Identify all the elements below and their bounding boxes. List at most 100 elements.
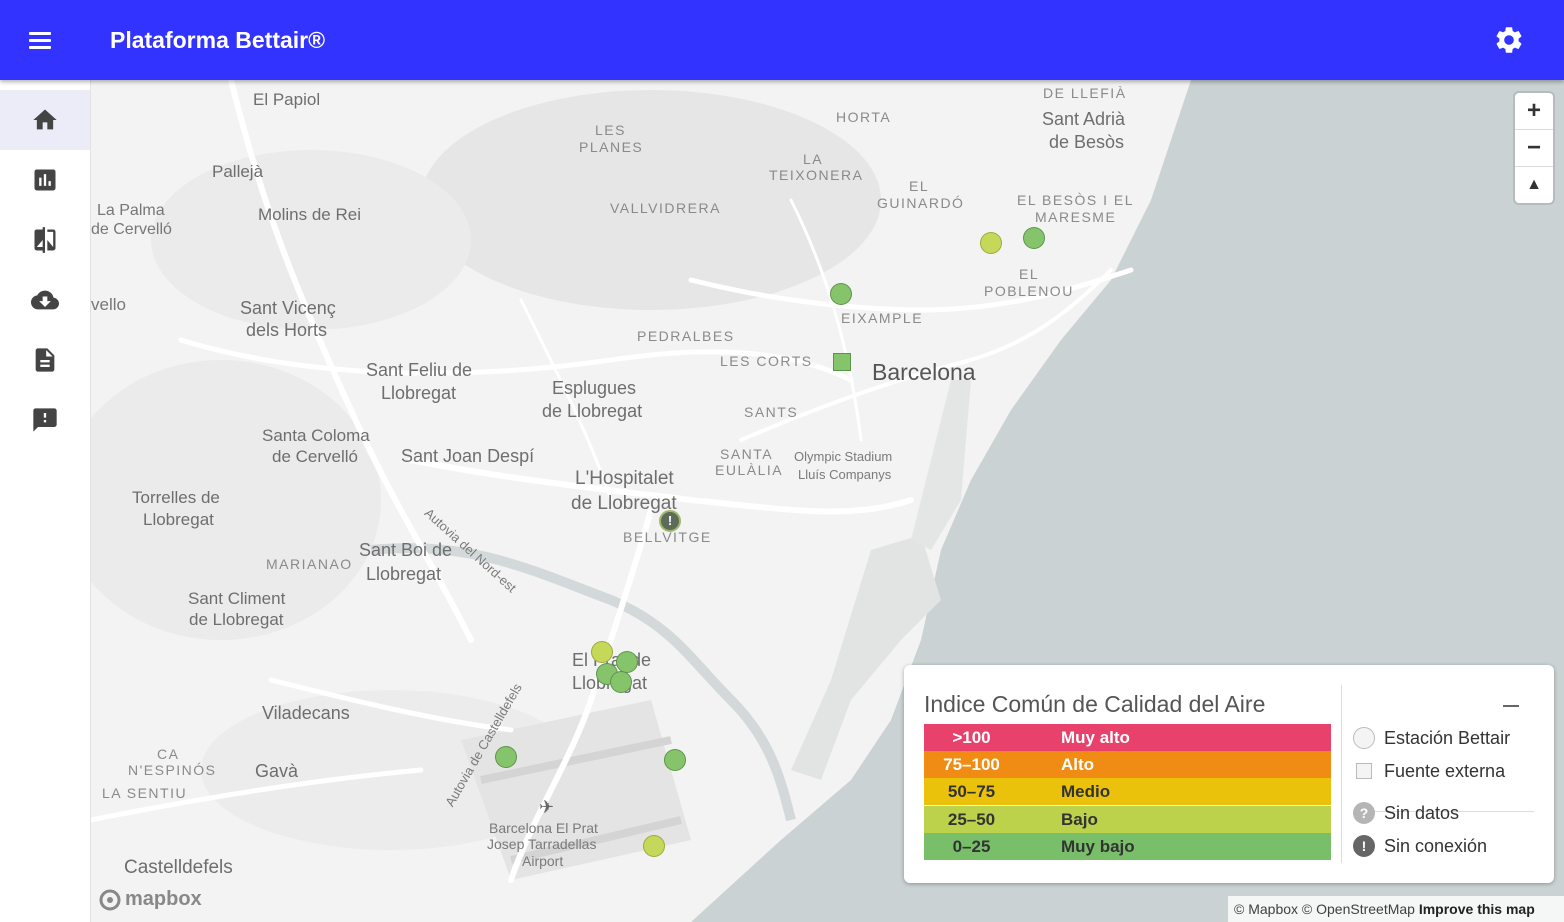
station-marker[interactable]: [664, 749, 686, 771]
map-label: DE LLEFIÀ: [1043, 85, 1127, 101]
external-source-marker[interactable]: [833, 353, 851, 371]
station-marker[interactable]: [591, 641, 613, 663]
map-label: Llobregat: [143, 510, 214, 529]
cloud-download-icon: [31, 290, 59, 310]
map-label: BELLVITGE: [623, 529, 712, 545]
scale-range: 25–50: [947, 810, 996, 829]
station-symbol-icon: [1353, 727, 1375, 749]
nav-home[interactable]: [0, 90, 90, 150]
legend-title: Indice Común de Calidad del Aire: [924, 691, 1266, 717]
station-marker[interactable]: [830, 283, 852, 305]
question-icon: ?: [1353, 802, 1375, 824]
compass-button[interactable]: ▲: [1515, 167, 1553, 203]
key-external-label: Fuente externa: [1384, 761, 1506, 781]
map-label: Torrelles de: [132, 488, 220, 507]
map-label: El Papiol: [253, 90, 321, 109]
scale-range: 75–100: [943, 755, 1000, 774]
map-label: Lluís Companys: [798, 467, 892, 482]
scale-row-alto: 75–100 Alto: [924, 751, 1331, 778]
map-label: Sant Boi de: [359, 540, 453, 560]
map-label: Sant Adrià: [1042, 109, 1126, 129]
map-label: Esplugues: [552, 378, 637, 398]
map-canvas[interactable]: El Papiol DE LLEFIÀ Sant Adrià de Besòs …: [91, 80, 1564, 922]
station-marker[interactable]: [643, 835, 665, 857]
airport-icon: ✈: [539, 797, 555, 817]
map-label: de Cervelló: [272, 447, 358, 466]
map-label: Sant Climent: [188, 589, 286, 608]
map-label: LA SENTIU: [102, 785, 188, 801]
menu-icon[interactable]: [22, 24, 58, 56]
collapse-legend-button[interactable]: [1503, 691, 1521, 709]
mapbox-logo-icon: [99, 889, 121, 910]
station-marker[interactable]: [616, 651, 638, 673]
app-title: Plataforma Bettair®: [110, 27, 326, 53]
exclamation-icon: !: [1353, 835, 1375, 857]
station-marker[interactable]: [980, 232, 1002, 254]
key-no-connection-label: Sin conexión: [1384, 836, 1488, 856]
map-label: EULÀLIA: [715, 462, 784, 478]
map-attribution: © Mapbox © OpenStreetMap Improve this ma…: [1228, 896, 1564, 922]
scale-level: Muy bajo: [1061, 837, 1135, 856]
station-marker[interactable]: [495, 746, 517, 768]
scale-range: >100: [952, 728, 991, 747]
key-station-label: Estación Bettair: [1384, 728, 1511, 748]
map-label: EL: [1019, 266, 1040, 282]
map-label: N'ESPINÓS: [128, 762, 217, 778]
station-marker[interactable]: [610, 671, 632, 693]
map-label: EL BESÒS I EL: [1017, 192, 1135, 208]
map-label: de Llobregat: [189, 610, 284, 629]
map-label: GUINARDÓ: [877, 195, 965, 211]
station-marker-offline[interactable]: !: [659, 510, 681, 532]
map-label: de Cervelló: [91, 221, 172, 238]
compare-icon: [34, 227, 56, 253]
key-no-data-label: Sin datos: [1384, 803, 1460, 823]
map-label: de Besòs: [1049, 132, 1125, 152]
map-label: Sant Feliu de: [366, 360, 473, 380]
attribution-osm-link[interactable]: © OpenStreetMap: [1302, 901, 1415, 917]
station-marker[interactable]: [1023, 227, 1045, 249]
nav-reports[interactable]: [0, 330, 90, 390]
nav-compare[interactable]: [0, 210, 90, 270]
external-symbol-icon: [1356, 763, 1372, 779]
map-controls: + − ▲: [1515, 93, 1553, 203]
zoom-in-button[interactable]: +: [1515, 93, 1553, 130]
improve-map-link[interactable]: Improve this map: [1419, 901, 1535, 917]
map-label: MARESME: [1035, 209, 1117, 225]
map-label-city: Barcelona: [872, 359, 976, 385]
nav-charts[interactable]: [0, 150, 90, 210]
map-label: Molins de Rei: [258, 205, 361, 224]
map-label: Gavà: [255, 761, 299, 781]
mapbox-logo-text: mapbox: [125, 888, 202, 910]
map-label: SANTS: [744, 404, 799, 420]
map-label: Sant Vicenç: [240, 298, 336, 318]
map-label: dels Horts: [246, 320, 328, 340]
map-label: Llobregat: [366, 564, 442, 584]
map-label: Pallejà: [212, 162, 264, 181]
legend-divider: [1341, 685, 1342, 863]
air-quality-legend: Indice Común de Calidad del Aire >100 Mu…: [904, 665, 1554, 883]
map-label: VALLVIDRERA: [610, 200, 721, 216]
map-label: HORTA: [836, 109, 892, 125]
scale-range: 0–25: [952, 837, 991, 856]
gear-icon[interactable]: [1493, 24, 1525, 56]
map-label: LES: [595, 122, 626, 138]
map-label: Barcelona El Prat: [489, 820, 598, 836]
mapbox-logo[interactable]: mapbox: [99, 888, 202, 911]
map-label: Santa Coloma: [262, 426, 370, 445]
map-label: Sant Joan Despí: [401, 446, 535, 466]
map-label: de Llobregat: [571, 493, 677, 514]
map-label: TEIXONERA: [769, 167, 864, 183]
scale-level: Bajo: [1061, 810, 1098, 829]
scale-range: 50–75: [947, 782, 996, 801]
attribution-mapbox-link[interactable]: © Mapbox: [1234, 901, 1298, 917]
map-label: PEDRALBES: [637, 328, 735, 344]
map-label: CA: [157, 746, 180, 762]
sidebar: [0, 80, 91, 922]
map-label: EIXAMPLE: [841, 310, 924, 326]
zoom-out-button[interactable]: −: [1515, 130, 1553, 167]
map-label: POBLENOU: [984, 283, 1074, 299]
home-icon: [33, 109, 57, 130]
nav-download[interactable]: [0, 270, 90, 330]
app-bar: Plataforma Bettair®: [0, 0, 1564, 80]
nav-alerts[interactable]: [0, 390, 90, 450]
